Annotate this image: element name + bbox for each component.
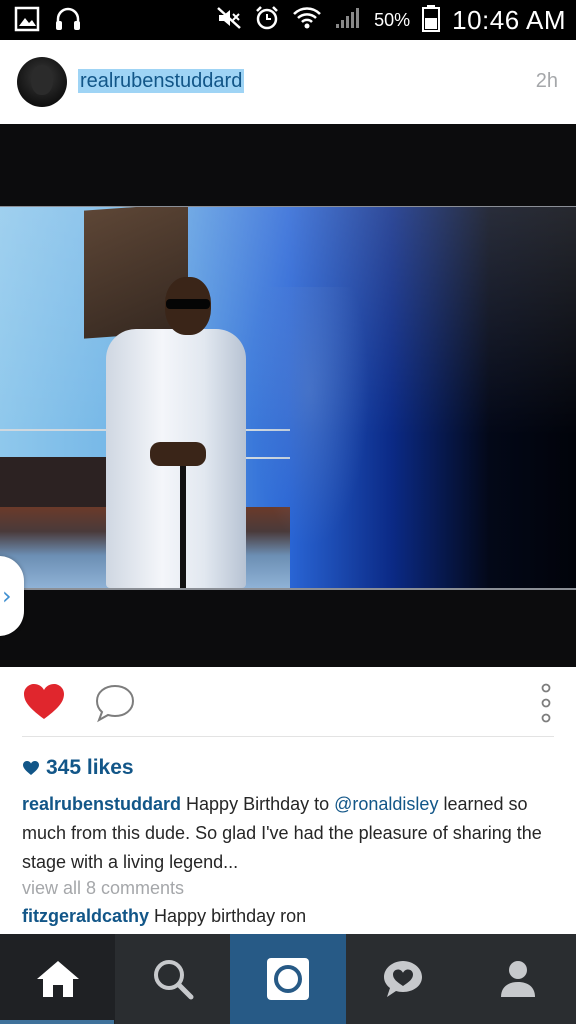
post-photo[interactable] bbox=[0, 207, 576, 588]
clock: 10:46 AM bbox=[452, 4, 566, 35]
mute-icon bbox=[216, 6, 242, 35]
nav-search[interactable] bbox=[115, 934, 230, 1024]
comment-icon bbox=[95, 684, 135, 723]
view-all-comments-link[interactable]: view all 8 comments bbox=[22, 878, 184, 899]
heart-icon bbox=[24, 684, 64, 719]
battery-percent: 50% bbox=[374, 9, 411, 30]
wifi-icon bbox=[292, 6, 322, 35]
avatar[interactable] bbox=[17, 57, 67, 107]
status-bar: 50% 10:46 AM bbox=[0, 0, 576, 40]
headphones-icon bbox=[54, 6, 82, 37]
status-bar-left bbox=[14, 6, 82, 37]
caption-username[interactable]: realrubenstuddard bbox=[22, 794, 181, 814]
profile-icon bbox=[501, 961, 536, 997]
post-username[interactable]: realrubenstuddard bbox=[78, 69, 245, 93]
comment-item: fitzgeraldcathy Happy birthday ron bbox=[22, 906, 306, 927]
post-caption: realrubenstuddard Happy Birthday to @ron… bbox=[22, 790, 562, 877]
nav-camera[interactable] bbox=[230, 934, 346, 1024]
battery-icon bbox=[422, 4, 441, 37]
caption-text-before: Happy Birthday to bbox=[181, 794, 335, 814]
post-time: 2h bbox=[535, 70, 558, 92]
caption-mention[interactable]: @ronaldisley bbox=[334, 794, 438, 814]
nav-activity[interactable] bbox=[346, 934, 461, 1024]
comment-username[interactable]: fitzgeraldcathy bbox=[22, 906, 149, 926]
comment-button[interactable] bbox=[94, 683, 136, 723]
post-image-frame[interactable] bbox=[0, 124, 576, 667]
activity-icon bbox=[384, 961, 423, 997]
likes-label: 345 likes bbox=[46, 756, 134, 779]
divider bbox=[22, 736, 554, 737]
status-bar-right: 50% 10:46 AM bbox=[216, 4, 566, 36]
chevron-right-icon: › bbox=[2, 582, 12, 610]
signal-icon bbox=[334, 6, 362, 35]
alarm-icon bbox=[254, 5, 280, 36]
search-icon bbox=[153, 960, 194, 1000]
comment-text: Happy birthday ron bbox=[149, 906, 307, 926]
post-header: realrubenstuddard 2h bbox=[0, 40, 576, 124]
small-heart-icon bbox=[23, 761, 39, 775]
camera-icon bbox=[266, 958, 309, 1000]
more-vertical-icon bbox=[541, 683, 551, 723]
more-options-button[interactable] bbox=[536, 683, 556, 723]
bottom-navigation bbox=[0, 934, 576, 1024]
image-divider bbox=[0, 588, 576, 590]
like-button[interactable] bbox=[22, 682, 66, 722]
home-icon bbox=[36, 961, 79, 997]
nav-home[interactable] bbox=[0, 934, 116, 1024]
post-actions bbox=[0, 667, 576, 737]
nav-profile[interactable] bbox=[461, 934, 576, 1024]
image-icon bbox=[14, 6, 40, 37]
likes-count[interactable]: 345 likes bbox=[22, 756, 134, 780]
